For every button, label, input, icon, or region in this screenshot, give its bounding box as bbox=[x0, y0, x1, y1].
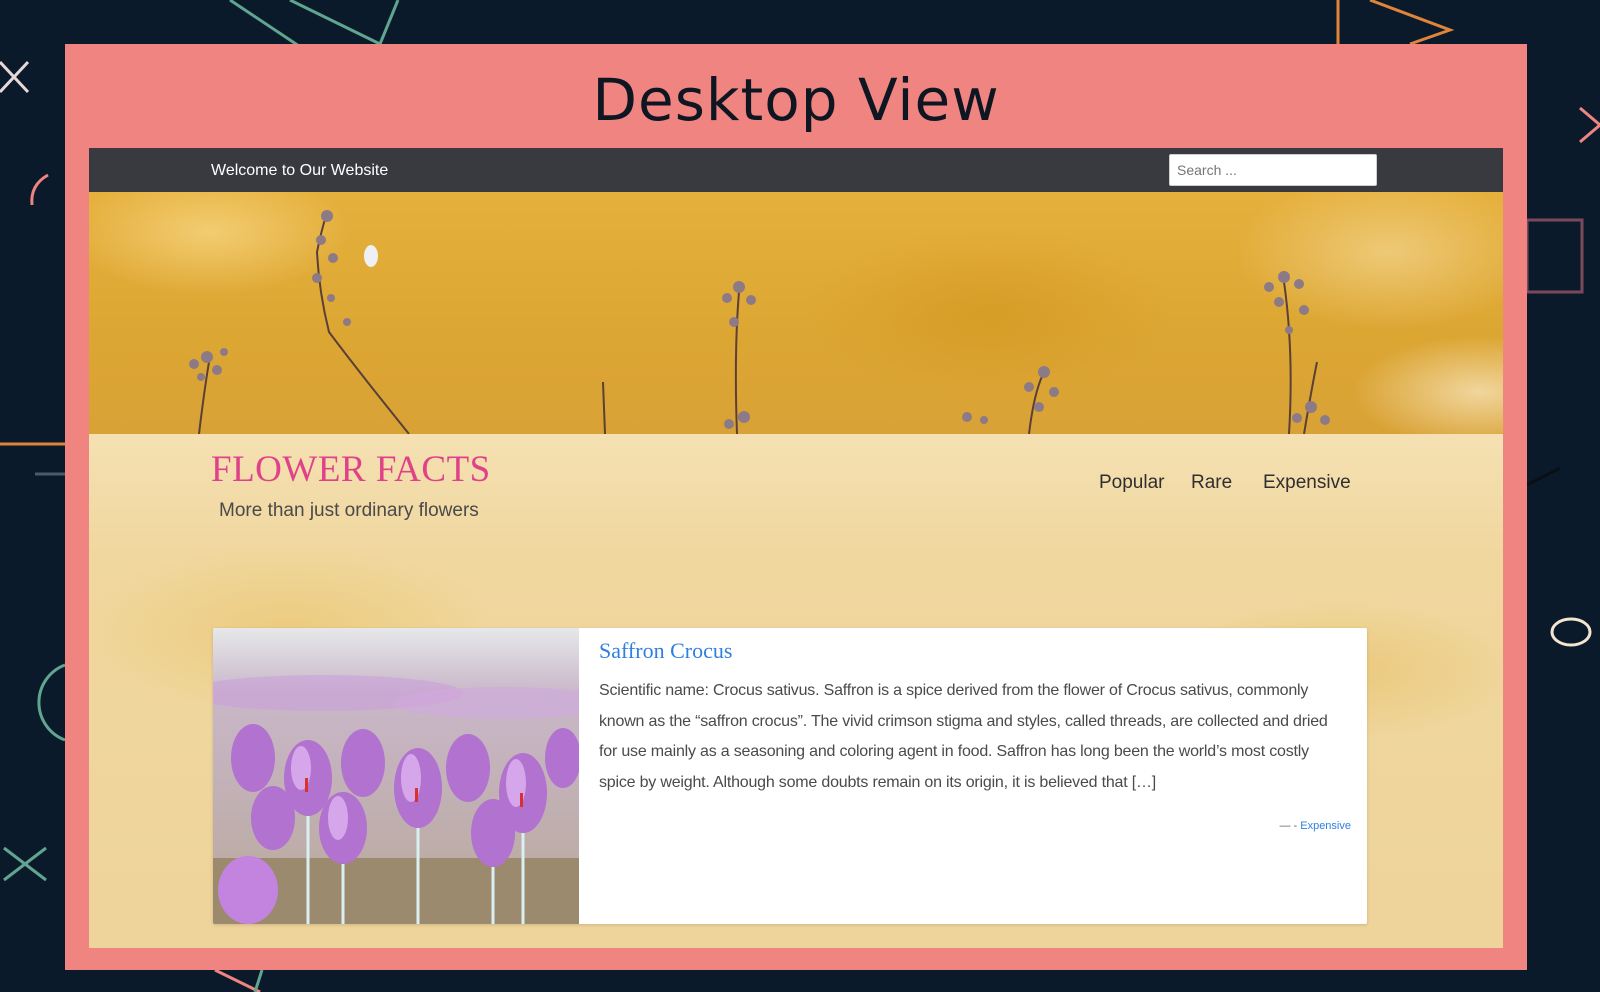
presentation-frame: Desktop View Welcome to Our Website Sear… bbox=[65, 44, 1527, 970]
post-card: Saffron Crocus Scientific name: Crocus s… bbox=[213, 628, 1367, 924]
nav-item-expensive[interactable]: Expensive bbox=[1263, 472, 1351, 494]
welcome-text: Welcome to Our Website bbox=[211, 162, 389, 179]
site-header: FLOWER FACTS More than just ordinary flo… bbox=[89, 434, 1503, 550]
website-screenshot: Welcome to Our Website Search ... FLOWER… bbox=[89, 148, 1503, 948]
nav-item-rare[interactable]: Rare bbox=[1191, 472, 1232, 494]
post-category-link[interactable]: Expensive bbox=[1300, 820, 1351, 832]
top-bar: Welcome to Our Website bbox=[89, 148, 1503, 192]
presentation-title: Desktop View bbox=[592, 66, 1000, 134]
post-excerpt: Scientific name: Crocus sativus. Saffron… bbox=[599, 682, 1328, 791]
site-tagline: More than just ordinary flowers bbox=[219, 500, 479, 521]
dried-flowers-illustration bbox=[189, 210, 1330, 434]
meta-dash: — bbox=[1279, 820, 1291, 832]
meta-separator: - bbox=[1290, 820, 1301, 832]
nav-item-popular[interactable]: Popular bbox=[1099, 472, 1165, 494]
search-input[interactable] bbox=[1169, 154, 1377, 186]
post-title[interactable]: Saffron Crocus bbox=[599, 638, 732, 664]
saffron-crocus-image[interactable] bbox=[213, 628, 579, 924]
post-meta: — - Expensive bbox=[1279, 820, 1351, 832]
hero-banner-image bbox=[89, 192, 1503, 434]
site-title[interactable]: FLOWER FACTS bbox=[211, 448, 491, 491]
